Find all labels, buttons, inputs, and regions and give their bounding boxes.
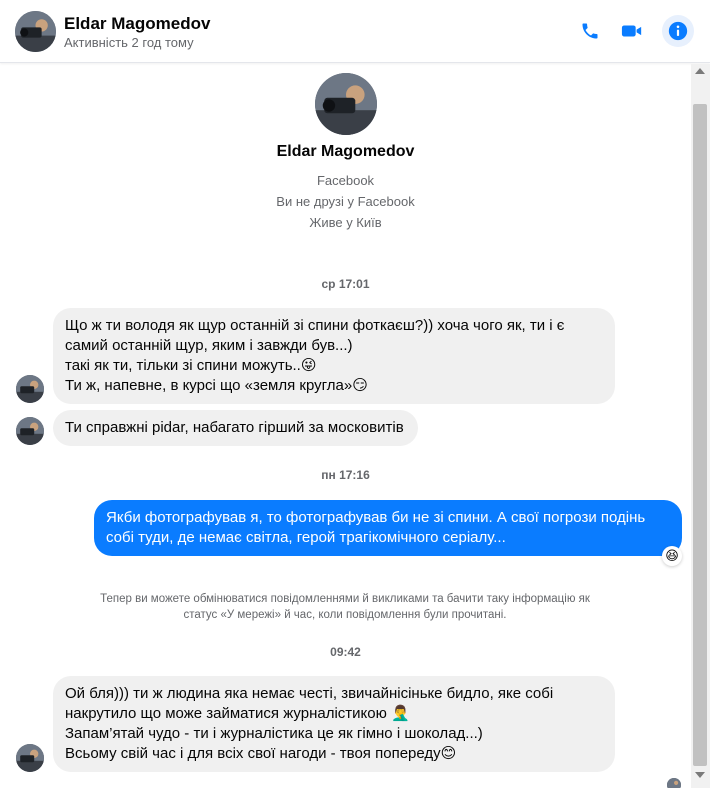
- scrollbar[interactable]: [691, 64, 710, 788]
- video-camera-icon: [621, 25, 642, 37]
- video-call-button[interactable]: [617, 16, 647, 46]
- profile-name: Eldar Magomedov: [276, 143, 415, 160]
- privacy-notice: Тепер ви можете обмінюватися повідомленн…: [100, 593, 590, 621]
- message-incoming[interactable]: Ой бля))) ти ж людина яка немає честі, з…: [53, 676, 615, 772]
- profile-location: Живе у Київ: [309, 215, 382, 230]
- scroll-thumb[interactable]: [693, 104, 707, 766]
- avatar-photo: [667, 778, 681, 788]
- activity-status: Активність 2 год тому: [64, 35, 194, 50]
- audio-call-button[interactable]: [575, 16, 605, 46]
- profile-avatar[interactable]: [315, 73, 377, 135]
- message-outgoing[interactable]: Якби фотографував я, то фотографував би …: [94, 500, 682, 556]
- message-reaction[interactable]: 😆: [662, 546, 682, 566]
- timestamp: пн 17:16: [321, 468, 370, 482]
- contact-avatar[interactable]: [15, 11, 56, 52]
- conversation-header: Eldar Magomedov Активність 2 год тому: [0, 0, 710, 63]
- profile-platform: Facebook: [316, 173, 375, 188]
- avatar-photo: [15, 11, 56, 52]
- sender-avatar[interactable]: [16, 744, 44, 772]
- scroll-down-arrow[interactable]: [695, 772, 705, 778]
- avatar-photo: [16, 417, 44, 445]
- avatar-photo: [315, 73, 377, 135]
- sender-avatar[interactable]: [16, 375, 44, 403]
- message-incoming[interactable]: Ти справжні pidar, набагато гірший за мо…: [53, 410, 418, 446]
- avatar-photo: [16, 744, 44, 772]
- avatar-photo: [16, 375, 44, 403]
- contact-name[interactable]: Eldar Magomedov: [64, 14, 210, 34]
- message-incoming[interactable]: Що ж ти володя як щур останній зі спини …: [53, 308, 615, 404]
- profile-friendship: Ви не друзі у Facebook: [276, 194, 415, 209]
- scroll-up-arrow[interactable]: [695, 68, 705, 74]
- sender-avatar[interactable]: [16, 417, 44, 445]
- phone-icon: [582, 23, 598, 39]
- conversation-info-button[interactable]: [662, 15, 694, 47]
- seen-indicator-avatar: [667, 778, 681, 788]
- timestamp: ср 17:01: [321, 277, 370, 291]
- info-icon: [668, 21, 688, 41]
- timestamp: 09:42: [330, 645, 361, 659]
- message-thread[interactable]: Eldar Magomedov Facebook Ви не друзі у F…: [0, 64, 691, 788]
